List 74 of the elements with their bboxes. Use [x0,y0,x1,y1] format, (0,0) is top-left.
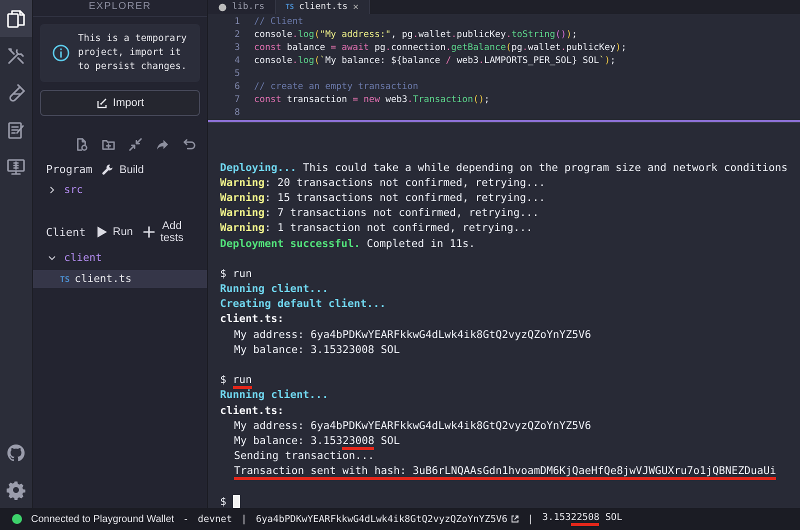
prompt-symbol: $ [220,496,226,508]
folder-item[interactable]: src [40,176,200,196]
undo-icon[interactable] [183,138,196,151]
code-line: console.log("My address:", pg.wallet.publicKey.toString()); [254,30,578,40]
typescript-icon: TS [60,274,70,284]
section-label: Client [46,226,86,238]
code-line: console.log(`My balance: ${balance / web3.LAMPORTS_PER_SOL} SOL`); [254,56,616,66]
text-cursor [233,495,240,508]
terminal-line: Deploying... This could take a while depending on the program size and network conditions [220,162,788,174]
section-label: Program [46,163,92,176]
settings-icon [6,480,26,500]
wallet-address-link[interactable]: 6ya4bPDKwYEARFkkwG4dLwk4ik8GtQ2vyzQZoYnYZ5V6 [256,514,519,524]
network-name: devnet [198,514,232,524]
info-icon [52,44,70,62]
external-link-icon [510,515,519,523]
code-line: // create an empty transaction [254,82,418,92]
separator-text: | [528,514,534,524]
close-icon[interactable]: × [352,2,359,12]
share-icon[interactable] [156,138,169,151]
line-number: 3 [234,42,241,53]
panel-title: EXPLORER [33,0,207,17]
wallet-balance: 3.15322508 SOL [542,512,622,526]
plus-icon [142,226,155,238]
terminal-line: My balance: 3.15323008 SOL [234,344,400,356]
terminal-line: Warning: 7 transactions not confirmed, retrying... [220,207,539,220]
terminal-line: Running client... [220,283,328,296]
wrench-icon [102,164,114,176]
connection-status: Connected to Playground Wallet [31,514,174,524]
files-icon [6,8,26,28]
file-item[interactable]: TS client.ts [33,270,207,288]
line-number: 8 [234,108,241,118]
new-file-icon[interactable] [75,138,88,151]
terminal-line: client.ts: [220,313,284,326]
github-icon [6,442,26,462]
line-number: 6 [234,82,241,92]
terminal-line: Running client... [220,389,328,402]
terminal-line: client.ts: [220,404,284,417]
editor-tab[interactable]: lib.rs [208,0,276,14]
terminal-line: $ run [220,268,252,280]
line-number: 2 [234,30,241,40]
separator-text: | [241,514,247,524]
terminal-line: Warning: 1 transaction not confirmed, retrying... [220,222,533,234]
collapse-icon[interactable] [129,138,142,151]
code-line: // Client [254,16,304,27]
terminal-line: Creating default client... [220,298,386,310]
terminal-line: Transaction sent with hash: 3uB6rLNQAAsGdn1hvoamDM6KjQaeHfQe8jwVJWGUXru7o1jQBNEZDuaUi [234,465,776,478]
play-icon [96,226,108,238]
separator-text: - [183,514,189,524]
terminal-line: Warning: 15 transactions not confirmed, retrying... [220,192,546,204]
add-tests-button[interactable]: Add tests [142,220,184,244]
code-line: const transaction = new web3.Transaction(); [254,95,490,106]
terminal-line: My address: 6ya4bPDKwYEARFkkwG4dLwk4ik8GtQ2vyzQZoYnYZ5V6 [234,420,592,432]
terminal-line: $ run [220,374,252,386]
terminal-line: Warning: 20 transactions not confirmed, retrying... [220,176,546,189]
line-number: 4 [234,56,241,66]
monitor-icon [6,156,26,176]
import-icon [96,97,108,109]
terminal-line: My balance: 3.15323008 SOL [234,434,400,447]
new-folder-icon[interactable] [102,138,115,151]
import-button[interactable]: Import [40,90,200,116]
line-number: 5 [234,68,241,79]
tools-icon [6,46,26,66]
terminal-line: My address: 6ya4bPDKwYEARFkkwG4dLwk4ik8GtQ2vyzQZoYnYZ5V6 [234,328,592,341]
folder-item[interactable]: client [40,244,200,264]
code-line: const balance = await pg.connection.getBalance(pg.wallet.publicKey); [254,42,626,53]
terminal-line: Sending transaction... [234,450,374,462]
line-number: 7 [234,95,241,106]
document-edit-icon [6,120,26,140]
activity-bar-button[interactable] [0,0,32,37]
notice-text: This is a temporary project, import it to persist changes. [78,32,188,74]
build-button[interactable]: Build [102,164,144,176]
line-number: 1 [234,16,241,27]
terminal-line: Deployment successful. Completed in 11s. [220,238,476,250]
run-button[interactable]: Run [96,226,133,238]
